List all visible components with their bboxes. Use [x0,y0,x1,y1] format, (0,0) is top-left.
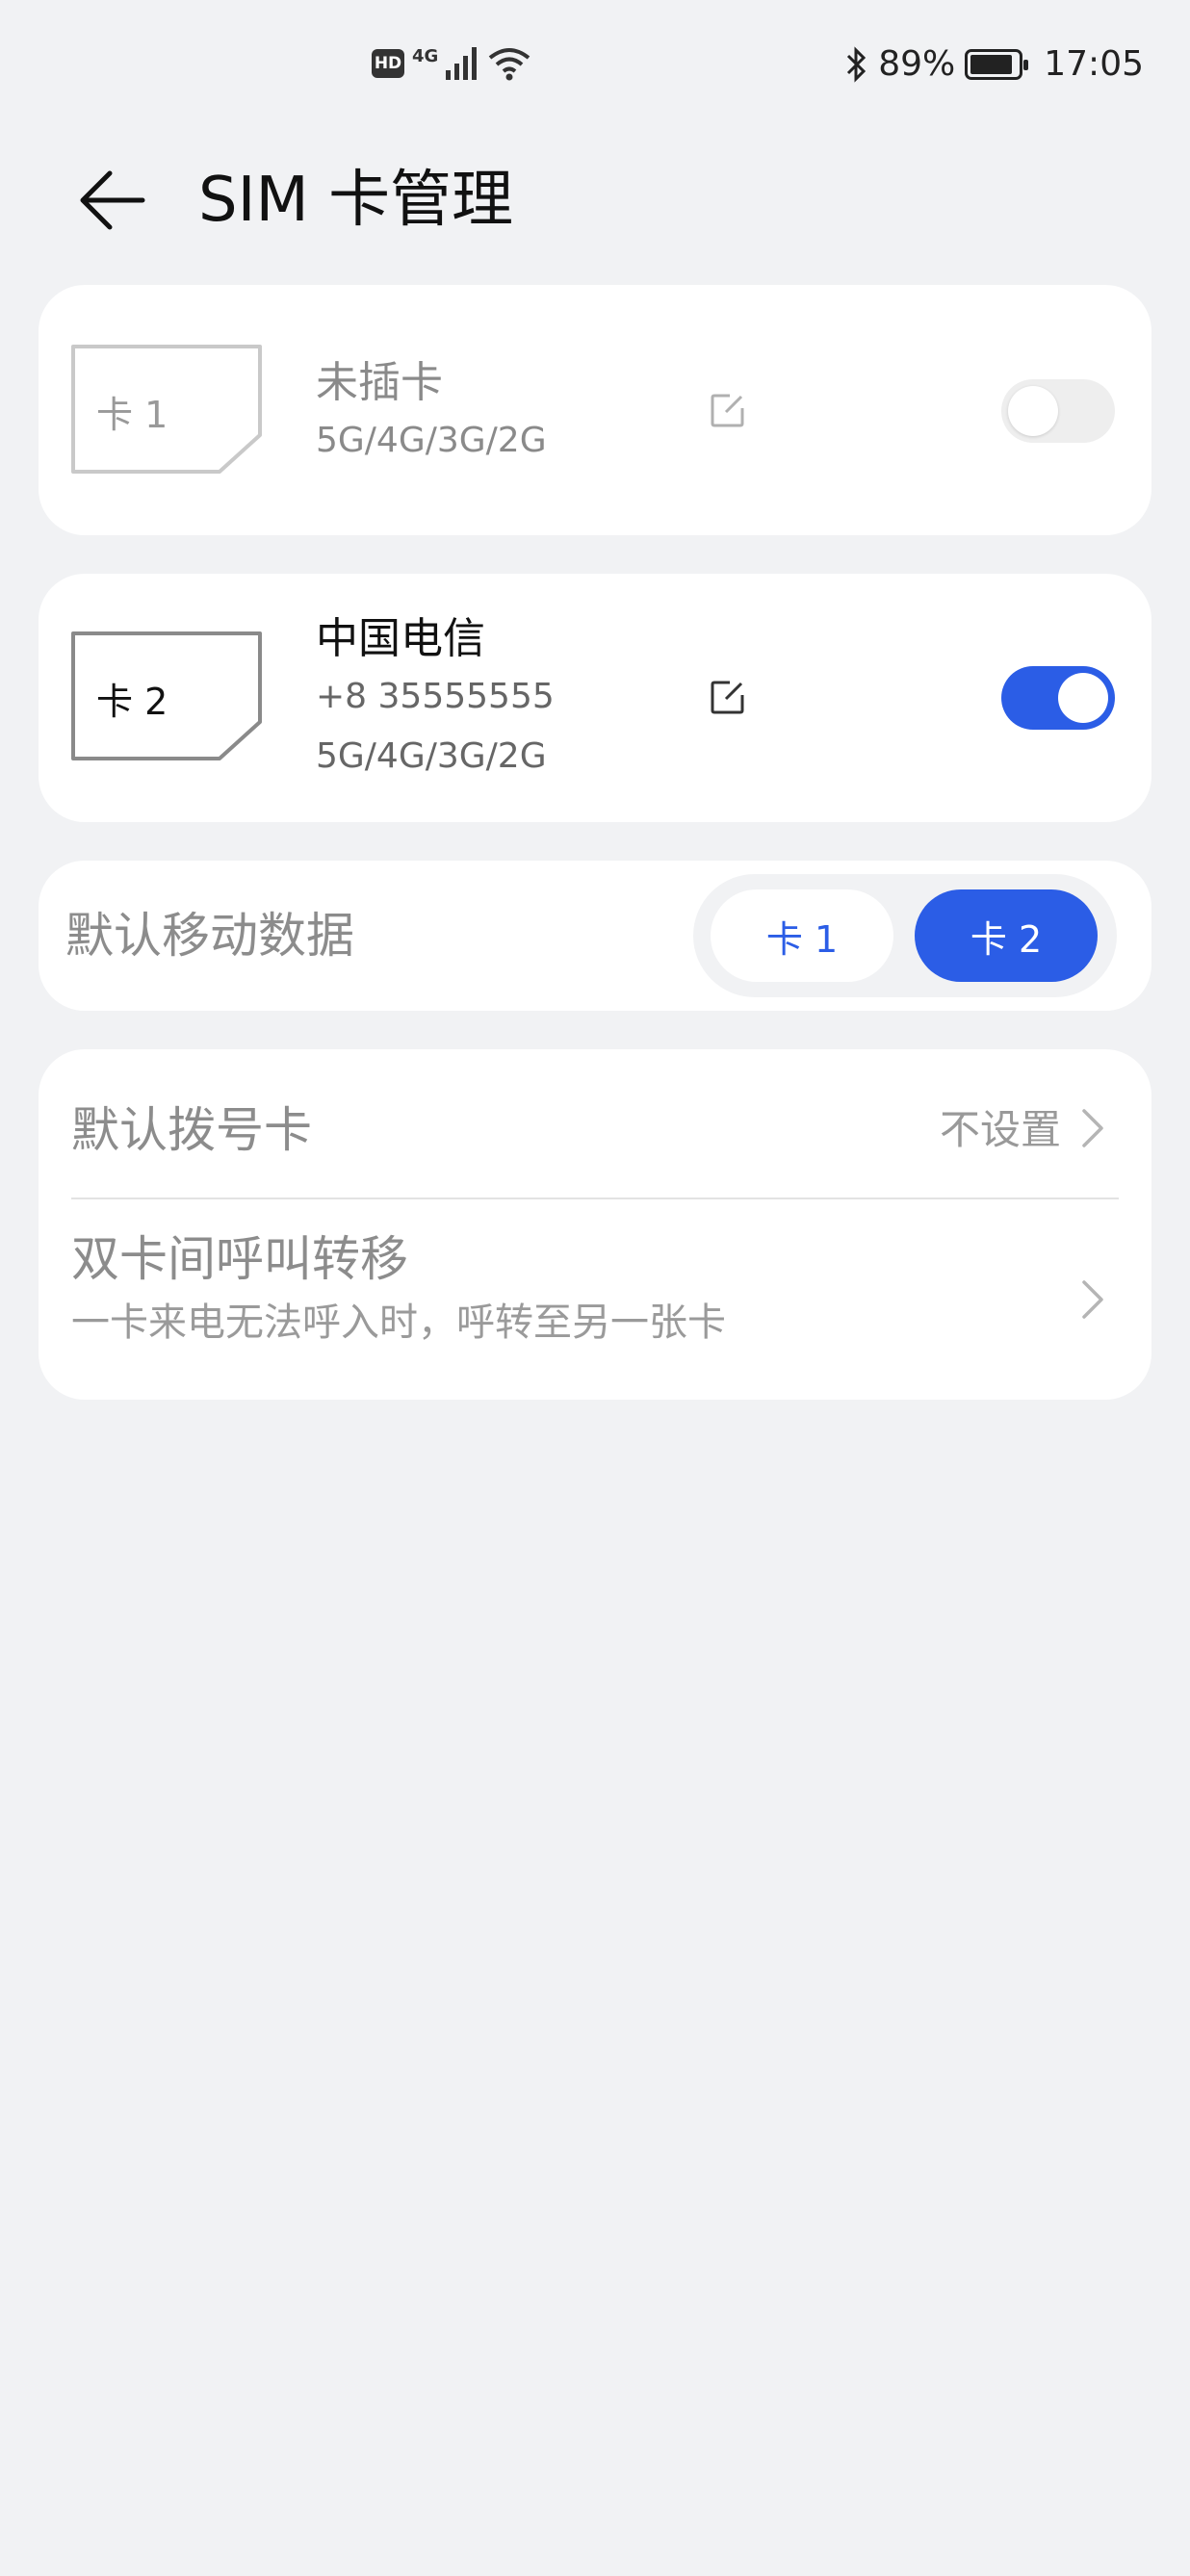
sim2-card-icon: 卡 2 [69,630,264,762]
sim1-network-types: 5G/4G/3G/2G [316,421,547,460]
battery-fill [970,54,1013,74]
data-sim-option-2[interactable]: 卡 2 [915,889,1098,982]
header: SIM 卡管理 [0,144,1190,260]
sim1-toggle[interactable] [1001,379,1115,443]
sim2-card: 卡 2 中国电信 +8 35555555 5G/4G/3G/2G [39,574,1151,822]
sim2-number: +8 35555555 [316,677,555,716]
chevron-right-icon [1082,1280,1103,1319]
data-sim-option-1[interactable]: 卡 1 [711,889,893,982]
back-button[interactable] [69,162,156,239]
page-title: SIM 卡管理 [198,165,514,236]
signal-icon [446,47,478,80]
sim1-slot-label: 卡 1 [96,394,168,436]
data-sim-selector: 卡 1 卡 2 [693,874,1117,997]
back-arrow-icon [80,170,145,230]
wifi-icon [489,48,530,81]
call-settings-card: 默认拨号卡 不设置 双卡间呼叫转移 一卡来电无法呼入时，呼转至另一张卡 [39,1049,1151,1400]
sim2-slot-label: 卡 2 [96,681,168,723]
default-data-card: 默认移动数据 卡 1 卡 2 [39,861,1151,1011]
battery-percent: 89% [878,44,956,84]
sim2-toggle[interactable] [1001,666,1115,730]
default-dial-row[interactable]: 默认拨号卡 不设置 [39,1049,1151,1199]
status-bar: HD 4G 89% 17:05 [0,0,1190,135]
network-type-label: 4G [412,45,439,66]
chevron-right-icon [1082,1109,1103,1147]
sim1-name: 未插卡 [316,358,443,407]
sim1-card-icon: 卡 1 [69,343,264,476]
hd-badge: HD [372,49,404,78]
default-dial-value: 不设置 [939,1106,1061,1153]
status-right: 89% 17:05 [845,44,1144,84]
clock: 17:05 [1044,44,1144,84]
call-forward-row[interactable]: 双卡间呼叫转移 一卡来电无法呼入时，呼转至另一张卡 [39,1199,1151,1400]
bluetooth-icon [847,45,867,83]
sim1-toggle-knob [1008,386,1058,436]
default-dial-label: 默认拨号卡 [71,1102,312,1158]
battery-icon [965,48,1029,80]
default-data-label: 默认移动数据 [65,908,354,964]
sim2-toggle-knob [1058,673,1108,723]
status-left: HD 4G [372,46,530,81]
call-forward-label: 双卡间呼叫转移 [71,1231,408,1287]
sim2-edit-icon[interactable] [709,678,747,716]
sim2-network-types: 5G/4G/3G/2G [316,736,547,776]
sim1-edit-icon[interactable] [709,391,747,429]
sim1-card: 卡 1 未插卡 5G/4G/3G/2G [39,285,1151,535]
call-forward-description: 一卡来电无法呼入时，呼转至另一张卡 [71,1301,726,1345]
sim2-name: 中国电信 [316,614,485,663]
